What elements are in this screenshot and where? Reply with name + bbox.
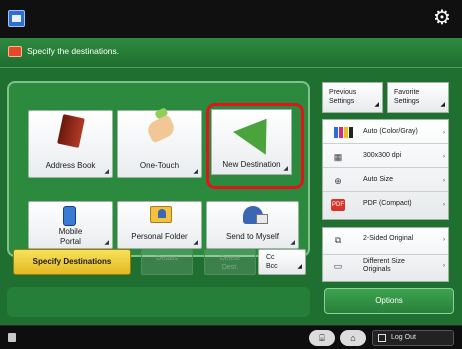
main-area: Address Book ◢ One-Touch ◢ New Destinati…	[0, 68, 462, 325]
top-bar: ⚙	[0, 0, 462, 38]
chevron-right-icon: ›	[443, 202, 445, 208]
options-button[interactable]: Options	[324, 288, 454, 314]
corner-arrow-icon: ◢	[104, 240, 109, 246]
pdf-icon: PDF	[331, 199, 345, 211]
color-mode-setting[interactable]: Auto (Color/Gray) ›	[323, 122, 448, 144]
one-touch-button[interactable]: One-Touch ◢	[117, 110, 202, 178]
send-to-myself-button[interactable]: Send to Myself ◢	[206, 201, 299, 249]
size-icon: ⊕	[334, 176, 342, 186]
details-button[interactable]: Details	[141, 249, 193, 275]
different-size-value: Different Size Originals	[363, 258, 405, 273]
mobile-portal-label: Mobile Portal	[58, 227, 83, 246]
chevron-right-icon: ›	[443, 130, 445, 136]
status-header: Specify the destinations.	[0, 38, 462, 68]
corner-arrow-icon: ◢	[297, 264, 302, 270]
previous-settings-label: Previous Settings	[329, 89, 357, 105]
file-format-value: PDF (Compact)	[363, 200, 412, 207]
original-settings-list: ⧉ 2-Sided Original › ▭ Different Size Or…	[322, 227, 449, 282]
settings-panel: Previous Settings ◢ Favorite Settings ◢ …	[317, 81, 454, 287]
one-touch-icon	[144, 114, 178, 144]
resolution-icon: ▦	[333, 152, 343, 162]
personal-folder-label: Personal Folder	[131, 232, 188, 241]
corner-arrow-icon: ◢	[440, 102, 445, 108]
different-size-icon: ▭	[333, 261, 343, 271]
gear-icon[interactable]: ⚙	[432, 8, 452, 28]
corner-arrow-icon: ◢	[193, 240, 198, 246]
lock-icon	[8, 333, 16, 342]
two-sided-setting[interactable]: ⧉ 2-Sided Original ›	[323, 229, 448, 255]
specify-destinations-button[interactable]: Specify Destinations	[13, 249, 131, 275]
chevron-right-icon: ›	[443, 237, 445, 243]
color-mode-value: Auto (Color/Gray)	[363, 128, 418, 135]
app-icon	[8, 10, 25, 27]
corner-arrow-icon: ◢	[104, 169, 109, 175]
corner-arrow-icon: ◢	[290, 240, 295, 246]
favorite-settings-button[interactable]: Favorite Settings ◢	[387, 82, 449, 113]
mobile-portal-button[interactable]: Mobile Portal ◢	[28, 201, 113, 249]
previous-settings-button[interactable]: Previous Settings ◢	[322, 82, 383, 113]
resolution-value: 300x300 dpi	[363, 152, 402, 159]
destination-tiles-panel: Address Book ◢ One-Touch ◢ New Destinati…	[7, 81, 310, 257]
status-monitor-icon[interactable]: ⌂	[340, 330, 366, 346]
address-book-icon	[57, 114, 85, 148]
file-format-setting[interactable]: PDF PDF (Compact) ›	[323, 194, 448, 216]
folder-icon	[150, 206, 172, 223]
corner-arrow-icon: ◢	[374, 102, 379, 108]
message-icon	[8, 46, 22, 57]
two-sided-icon: ⧉	[334, 235, 342, 245]
one-touch-label: One-Touch	[139, 161, 180, 170]
device-screen: ⚙ Specify the destinations. Address Book…	[0, 0, 462, 349]
corner-arrow-icon: ◢	[193, 169, 198, 175]
chevron-right-icon: ›	[443, 263, 445, 269]
send-to-myself-label: Send to Myself	[226, 232, 279, 241]
cc-bcc-label: Cc Bcc	[266, 254, 278, 270]
two-sided-value: 2-Sided Original	[363, 235, 414, 242]
bottom-bar: ⌸ ⌂ Log Out	[0, 325, 462, 349]
size-setting[interactable]: ⊕ Auto Size ›	[323, 170, 448, 192]
highlight-frame	[206, 103, 304, 189]
address-book-button[interactable]: Address Book ◢	[28, 110, 113, 178]
send-myself-icon	[243, 206, 268, 224]
header-message: Specify the destinations.	[27, 46, 120, 56]
resolution-setting[interactable]: ▦ 300x300 dpi ›	[323, 146, 448, 168]
chevron-right-icon: ›	[443, 154, 445, 160]
color-mode-icon	[331, 127, 357, 139]
chevron-right-icon: ›	[443, 178, 445, 184]
lower-left-panel	[7, 287, 310, 317]
personal-folder-button[interactable]: Personal Folder ◢	[117, 201, 202, 249]
mobile-icon	[63, 206, 76, 226]
favorite-settings-label: Favorite Settings	[394, 89, 420, 105]
scan-settings-list: Auto (Color/Gray) › ▦ 300x300 dpi › ⊕ Au…	[322, 119, 449, 220]
logout-icon	[378, 334, 386, 342]
counter-icon[interactable]: ⌸	[309, 330, 335, 346]
size-value: Auto Size	[363, 176, 393, 183]
different-size-setting[interactable]: ▭ Different Size Originals ›	[323, 255, 448, 281]
address-book-label: Address Book	[45, 161, 96, 170]
logout-label: Log Out	[391, 334, 416, 341]
cc-bcc-button[interactable]: Cc Bcc ◢	[258, 249, 306, 275]
logout-button[interactable]: Log Out	[372, 330, 454, 346]
delete-dest-button[interactable]: Delete Dest.	[204, 249, 256, 275]
